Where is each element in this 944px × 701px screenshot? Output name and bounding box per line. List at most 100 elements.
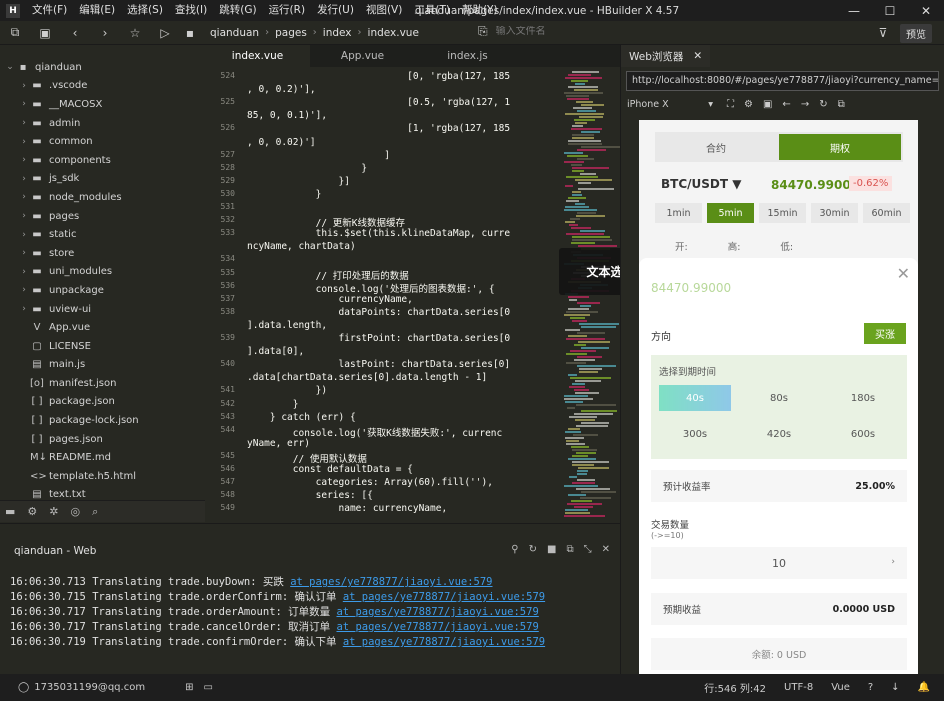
tree-file[interactable]: [o] manifest.json (0, 374, 205, 393)
preview-button[interactable]: 预览 (900, 24, 932, 43)
device-select[interactable]: iPhone X ▾ (627, 99, 717, 110)
back-icon[interactable]: ‹ (60, 21, 90, 45)
menu-run[interactable]: 运行(R) (263, 0, 312, 21)
image-icon[interactable]: ▭ (203, 682, 212, 693)
tree-folder[interactable]: › ▬ admin (0, 114, 205, 133)
menu-file[interactable]: 文件(F) (26, 0, 73, 21)
close-icon[interactable]: ✕ (693, 50, 702, 62)
tree-folder[interactable]: › ▬ store (0, 244, 205, 263)
expiry-option[interactable]: 600s (827, 421, 899, 447)
console-restart-icon[interactable]: ↻ (529, 544, 537, 555)
log-source-link[interactable]: at pages/ye778877/jiaoyi.vue:579 (290, 576, 492, 588)
browser-tab[interactable]: Web浏览器 ✕ (621, 45, 711, 67)
buy-up-badge[interactable]: 买涨 (864, 323, 906, 344)
console-close-icon[interactable]: ✕ (602, 544, 610, 555)
breadcrumb-index[interactable]: index (317, 27, 358, 39)
file-search-input[interactable] (495, 26, 616, 37)
tree-file[interactable]: [ ] package.json (0, 393, 205, 412)
download-icon[interactable]: ↓ (891, 682, 899, 693)
filter-icon[interactable]: ⊽ (868, 21, 898, 45)
expiry-option[interactable]: 300s (659, 421, 731, 447)
tab-index-vue[interactable]: index.vue (205, 45, 310, 67)
screenshot-icon[interactable]: ⛶ (727, 99, 734, 110)
tree-file[interactable]: M↓ README.md (0, 448, 205, 467)
tree-folder[interactable]: › ▬ uview-ui (0, 300, 205, 319)
encoding[interactable]: UTF-8 (784, 682, 813, 693)
tree-folder[interactable]: › ▬ node_modules (0, 188, 205, 207)
tree-folder[interactable]: › ▬ static (0, 225, 205, 244)
tree-file[interactable]: <> template.h5.html (0, 467, 205, 486)
breadcrumb-file[interactable]: index.vue (362, 27, 425, 39)
expiry-option[interactable]: 80s (743, 385, 815, 411)
close-icon[interactable]: ✕ (897, 264, 910, 283)
tab-app-vue[interactable]: App.vue (310, 45, 415, 67)
layout-icon[interactable]: ⊞ (185, 682, 193, 693)
bookmark-star-icon[interactable]: ☆ (120, 21, 150, 45)
tree-folder[interactable]: › ▬ components (0, 151, 205, 170)
tree-file[interactable]: V App.vue (0, 318, 205, 337)
maximize-button[interactable]: ☐ (872, 0, 908, 21)
log-source-link[interactable]: at pages/ye778877/jiaoyi.vue:579 (336, 606, 538, 618)
run-icon[interactable]: ▷ (150, 21, 180, 45)
status-user[interactable]: ◯ 1735031199@qq.com (18, 682, 145, 693)
tree-folder[interactable]: › ▬ uni_modules (0, 263, 205, 282)
console-collapse-icon[interactable]: ⤡ (584, 544, 592, 555)
expiry-option[interactable]: 420s (743, 421, 815, 447)
debug-icon[interactable]: ✲ (49, 505, 58, 518)
tab-index-js[interactable]: index.js (415, 45, 520, 67)
menu-tools[interactable]: 工具(T) (408, 0, 456, 21)
files-view-icon[interactable]: ▬ (5, 505, 15, 518)
log-source-link[interactable]: at pages/ye778877/jiaoyi.vue:579 (336, 621, 538, 633)
menu-edit[interactable]: 编辑(E) (73, 0, 121, 21)
project-root[interactable]: ⌄ ▪ qianduan (0, 58, 205, 77)
menu-select[interactable]: 选择(S) (121, 0, 169, 21)
refresh-icon[interactable]: ↻ (819, 99, 827, 110)
tree-file[interactable]: [ ] package-lock.json (0, 411, 205, 430)
menu-publish[interactable]: 发行(U) (311, 0, 360, 21)
timeframe-1min[interactable]: 1min (655, 203, 702, 223)
forward-icon[interactable]: → (801, 99, 809, 110)
timeframe-5min[interactable]: 5min (707, 203, 754, 223)
console-stop-icon[interactable]: ■ (547, 544, 556, 555)
tree-folder[interactable]: › ▬ pages (0, 207, 205, 226)
save-icon[interactable]: ▣ (30, 21, 60, 45)
tree-file[interactable]: ▤ main.js (0, 356, 205, 375)
forward-icon[interactable]: › (90, 21, 120, 45)
expiry-option[interactable]: 40s (659, 385, 731, 411)
breadcrumb-project[interactable]: qianduan (204, 27, 265, 39)
tree-folder[interactable]: › ▬ common (0, 132, 205, 151)
minimize-button[interactable]: — (836, 0, 872, 21)
timeframe-15min[interactable]: 15min (759, 203, 806, 223)
cursor-position[interactable]: 行:546 列:42 (704, 680, 766, 695)
expiry-option[interactable]: 180s (827, 385, 899, 411)
qty-input[interactable]: 10 › (651, 547, 907, 579)
timeframe-30min[interactable]: 30min (811, 203, 858, 223)
source-control-icon[interactable]: ◎ (71, 505, 81, 518)
new-file-icon[interactable]: ⧉ (0, 21, 30, 45)
minimap[interactable] (560, 67, 620, 523)
log-source-link[interactable]: at pages/ye778877/jiaoyi.vue:579 (343, 636, 545, 648)
close-window-button[interactable]: ✕ (908, 0, 944, 21)
notification-bell-icon[interactable]: 🔔 (918, 682, 930, 693)
devtools-icon[interactable]: ▣ (763, 99, 772, 110)
tree-folder[interactable]: › ▬ js_sdk (0, 170, 205, 189)
trading-pair-selector[interactable]: BTC/USDT ▼ (661, 177, 741, 191)
plugin-icon[interactable]: ⚙ (27, 505, 37, 518)
console-open-icon[interactable]: ⧉ (566, 544, 573, 555)
settings-icon[interactable]: ⚙ (744, 99, 753, 110)
language-mode[interactable]: Vue (831, 682, 850, 693)
search-icon[interactable]: ⌕ (92, 505, 98, 519)
help-icon[interactable]: ? (868, 682, 873, 693)
tab-contract[interactable]: 合约 (655, 132, 777, 162)
back-icon[interactable]: ← (782, 99, 790, 110)
menu-find[interactable]: 查找(I) (169, 0, 213, 21)
tree-folder[interactable]: › ▬ unpackage (0, 281, 205, 300)
tab-option[interactable]: 期权 (779, 134, 901, 160)
menu-view[interactable]: 视图(V) (360, 0, 408, 21)
console-debug-icon[interactable]: ⚲ (511, 544, 518, 555)
tree-file[interactable]: [ ] pages.json (0, 430, 205, 449)
timeframe-60min[interactable]: 60min (863, 203, 910, 223)
menu-goto[interactable]: 跳转(G) (213, 0, 262, 21)
url-input[interactable]: http://localhost:8080/#/pages/ye778877/j… (626, 71, 939, 91)
open-external-icon[interactable]: ⧉ (838, 99, 845, 110)
